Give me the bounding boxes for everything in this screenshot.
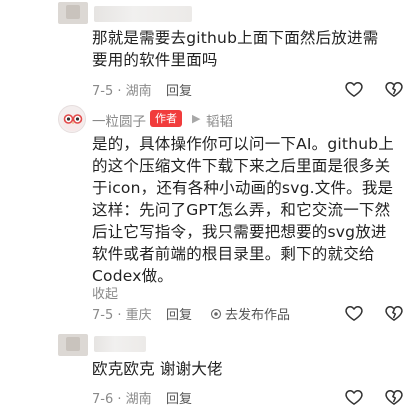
comment-meta: 7-5 · 湖南 回复 <box>92 79 416 99</box>
publish-work-label: 去发布作品 <box>225 308 291 323</box>
comment-location: 重庆 <box>125 308 152 323</box>
collapse-button[interactable]: 收起 <box>92 283 118 302</box>
author-badge: 作者 <box>150 110 182 127</box>
dislike-button[interactable] <box>384 303 404 323</box>
heart-outline-icon <box>345 390 363 405</box>
reply-button[interactable]: 回复 <box>166 388 192 407</box>
meta-separator: · <box>113 84 126 99</box>
username-blurred[interactable] <box>94 6 192 22</box>
avatar[interactable] <box>58 2 88 24</box>
comment-date-location: 7-6 · 湖南 <box>92 388 152 407</box>
like-button[interactable] <box>344 303 364 323</box>
owl-avatar-icon <box>63 114 83 131</box>
comment-date: 7-5 <box>92 308 114 323</box>
username-blurred[interactable] <box>94 336 146 352</box>
meta-separator: · <box>113 392 126 407</box>
broken-heart-outline-icon <box>385 82 403 97</box>
like-button[interactable] <box>344 79 364 99</box>
heart-outline-icon <box>345 82 363 97</box>
comment-date: 7-6 <box>92 392 114 407</box>
like-button[interactable] <box>344 387 364 407</box>
comment-meta: 7-6 · 湖南 回复 <box>92 387 416 407</box>
heart-outline-icon <box>345 306 363 321</box>
reply-button[interactable]: 回复 <box>166 304 192 323</box>
comment-text: 欧克欧克 谢谢大佬 <box>92 360 223 378</box>
broken-heart-outline-icon <box>385 306 403 321</box>
broken-heart-outline-icon <box>385 390 403 405</box>
triangle-right-icon: ▶ <box>192 112 201 125</box>
comment-text: 那就是需要去github上面下面然后放进需要用的软件里面吗 <box>92 29 379 69</box>
avatar[interactable] <box>58 105 86 133</box>
publish-work-button[interactable]: 去发布作品 <box>210 304 290 323</box>
comment-text: 是的，具体操作你可以问一下AI。github上的这个压缩文件下载下来之后里面是很… <box>92 135 394 285</box>
comment-location: 湖南 <box>125 392 152 407</box>
comment-date: 7-5 <box>92 84 114 99</box>
comment-meta: 7-5 · 重庆 回复 去发布作品 <box>92 303 416 323</box>
comment-location: 湖南 <box>125 84 152 99</box>
camera-icon <box>210 308 222 319</box>
avatar[interactable] <box>58 334 88 356</box>
comment-header: 一粒圆子 作者 ▶ 韬韬 <box>58 105 416 133</box>
meta-separator: · <box>113 308 126 323</box>
dislike-button[interactable] <box>384 79 404 99</box>
dislike-button[interactable] <box>384 387 404 407</box>
reply-button[interactable]: 回复 <box>166 80 192 99</box>
comment-date-location: 7-5 · 重庆 <box>92 304 152 323</box>
author-name[interactable]: 一粒圆子 <box>92 110 146 130</box>
comment-date-location: 7-5 · 湖南 <box>92 80 152 99</box>
reply-to-name[interactable]: 韬韬 <box>206 110 233 130</box>
